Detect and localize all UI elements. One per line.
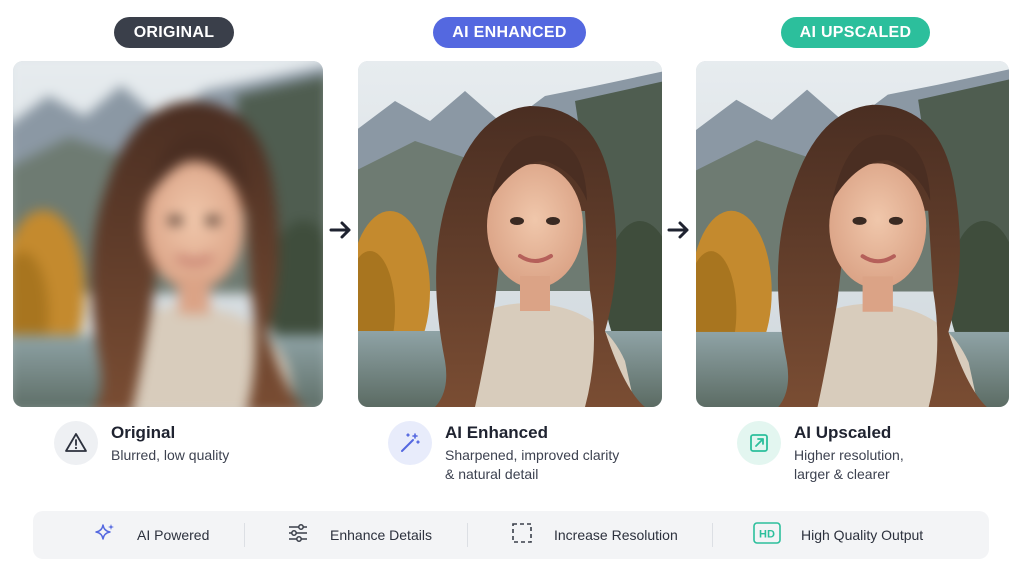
high-quality-output-item: HD High Quality Output [753,511,923,559]
divider [712,523,713,547]
divider [467,523,468,547]
enhance-details-item: Enhance Details [286,511,432,559]
ai-enhanced-badge: AI ENHANCED [433,17,586,48]
ai-powered-item: AI Powered [93,511,209,559]
sparkle-icon [93,521,117,550]
bar-label: Enhance Details [330,527,432,543]
divider [244,523,245,547]
upscaled-image [696,61,1009,407]
arrow-right-icon [327,216,355,244]
ai-upscaled-badge: AI UPSCALED [781,17,930,48]
svg-text:HD: HD [759,528,775,540]
expand-icon [737,421,781,465]
feature-description: Higher resolution, larger & clearer [794,447,904,482]
crop-frame-icon [510,521,534,550]
original-image [13,61,323,407]
magic-wand-icon [388,421,432,465]
feature-description: Blurred, low quality [111,447,230,463]
original-feature: Original Blurred, low quality [54,421,229,465]
feature-bar: AI Powered Enhance Details Increase Reso… [33,511,989,559]
feature-title: Original [111,423,176,442]
hd-icon: HD [753,521,781,549]
increase-resolution-item: Increase Resolution [510,511,678,559]
feature-title: AI Enhanced [445,423,548,442]
warning-icon [54,421,98,465]
sliders-icon [286,521,310,550]
upscaled-feature: AI Upscaled Higher resolution, larger & c… [737,421,904,484]
bar-label: High Quality Output [801,527,924,543]
bar-label: Increase Resolution [554,527,678,543]
original-badge: ORIGINAL [114,17,234,48]
feature-description: Sharpened, improved clarity & natural det… [445,447,620,482]
feature-title: AI Upscaled [794,423,892,442]
arrow-right-icon [665,216,693,244]
bar-label: AI Powered [137,527,210,543]
enhanced-feature: AI Enhanced Sharpened, improved clarity &… [388,421,619,484]
enhanced-image [358,61,662,407]
